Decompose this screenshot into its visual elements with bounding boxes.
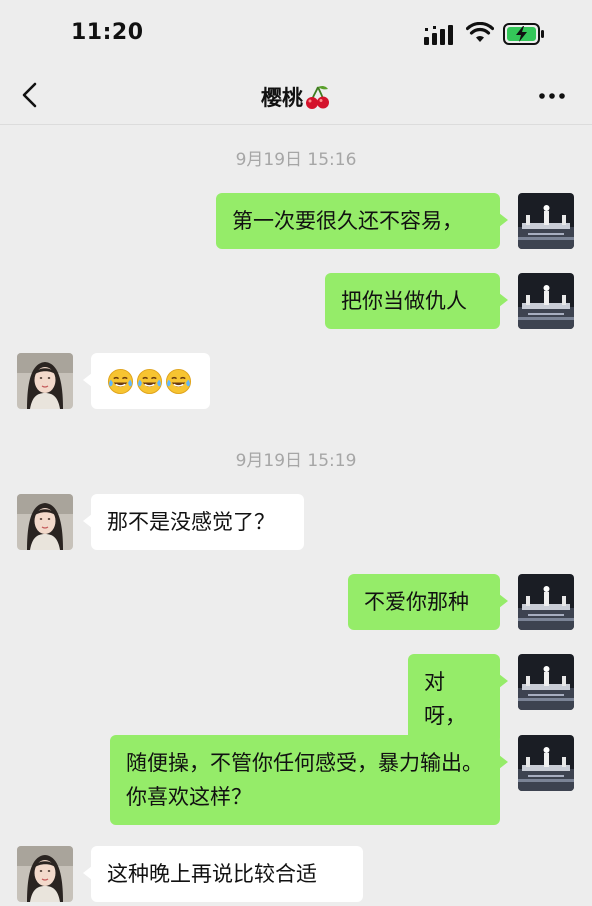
my-avatar[interactable]: [518, 193, 574, 249]
my-avatar[interactable]: [518, 574, 574, 630]
received-message-bubble[interactable]: 这种晚上再说比较合适: [83, 846, 363, 902]
contact-avatar[interactable]: [17, 494, 73, 550]
contact-name: 樱桃: [261, 86, 303, 110]
cherry-emoji-icon: [306, 85, 329, 109]
sent-message-bubble[interactable]: 不爱你那种: [348, 574, 508, 630]
sent-message-bubble[interactable]: 把你当做仇人: [325, 273, 508, 329]
sent-message-bubble[interactable]: 对呀，: [408, 654, 508, 744]
chat-header: 樱桃: [0, 66, 592, 125]
received-message-bubble[interactable]: 那不是没感觉了？: [83, 494, 304, 550]
message-timestamp: 9月19日 15:19: [235, 451, 357, 471]
laughing-crying-emoji-icon: [107, 368, 134, 395]
received-emoji-bubble[interactable]: [83, 353, 210, 409]
message-timestamp: 9月19日 15:16: [235, 150, 357, 170]
laughing-crying-emoji-icon: [136, 368, 163, 395]
more-options-icon[interactable]: [536, 86, 568, 106]
chat-title: 樱桃: [0, 82, 592, 112]
contact-avatar[interactable]: [17, 846, 73, 902]
my-avatar[interactable]: [518, 273, 574, 329]
laughing-crying-emoji-icon: [165, 368, 192, 395]
wifi-icon: [466, 22, 494, 42]
status-bar: 11:20: [0, 0, 592, 66]
battery-charging-icon: [503, 23, 544, 45]
my-avatar[interactable]: [518, 654, 574, 710]
my-avatar[interactable]: [518, 735, 574, 791]
contact-avatar[interactable]: [17, 353, 73, 409]
sent-message-bubble[interactable]: 第一次要很久还不容易，: [216, 193, 508, 249]
cellular-signal-icon: [424, 25, 453, 45]
sent-message-bubble[interactable]: 随便操，不管你任何感受，暴力输出。你喜欢这样？: [110, 735, 508, 825]
status-time: 11:20: [71, 20, 144, 45]
